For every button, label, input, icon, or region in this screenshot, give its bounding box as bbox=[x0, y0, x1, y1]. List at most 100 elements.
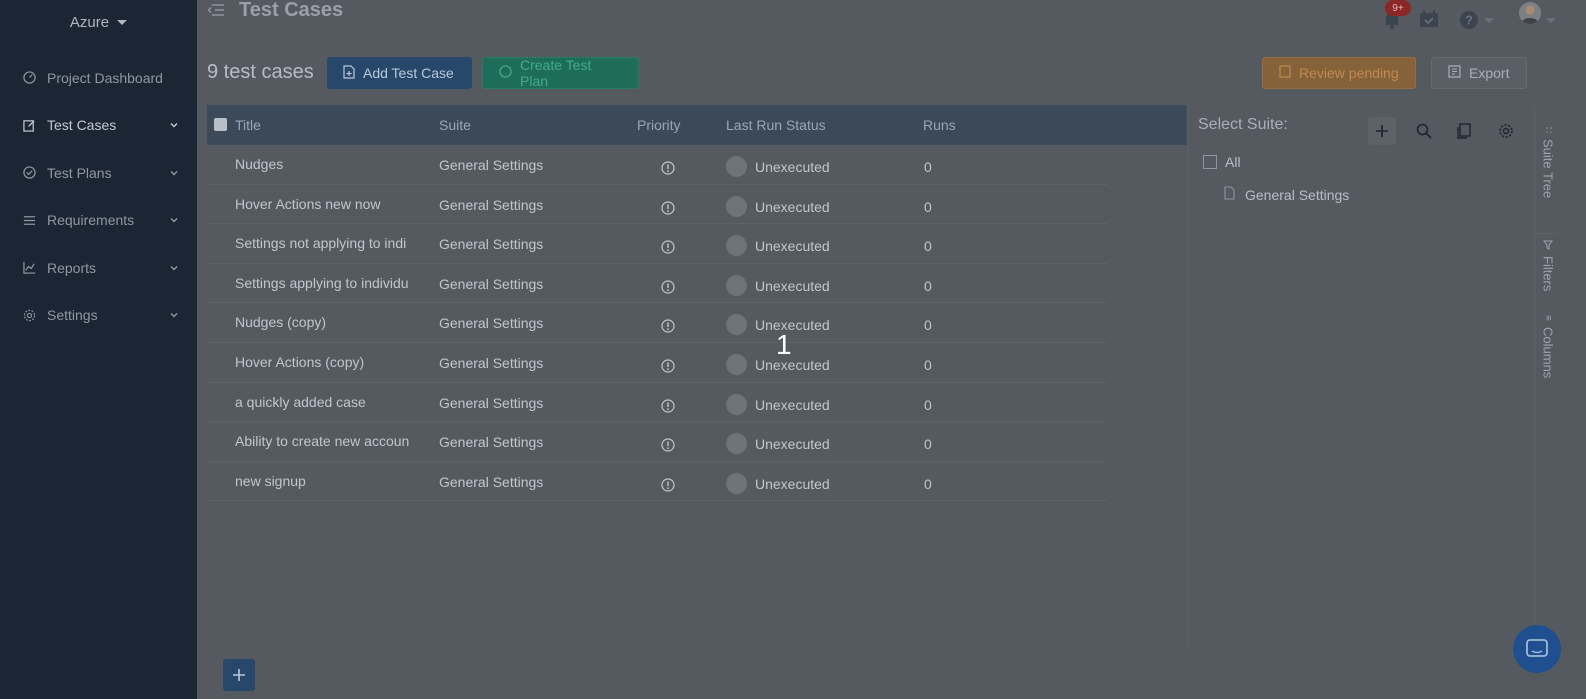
last-run-status: Unexecuted bbox=[755, 198, 830, 215]
column-header-runs[interactable]: Runs bbox=[923, 117, 956, 133]
table-row[interactable]: Nudges General Settings Unexecuted 0 bbox=[207, 145, 1107, 185]
tab-suite-tree[interactable]: ∷ Suite Tree bbox=[1535, 127, 1557, 199]
avatar[interactable] bbox=[1519, 2, 1541, 24]
list-icon bbox=[22, 213, 36, 227]
table-row[interactable]: new signup General Settings Unexecuted 0 bbox=[207, 462, 1107, 502]
sidebar-item-label: Requirements bbox=[47, 212, 135, 229]
test-case-suite: General Settings bbox=[439, 434, 544, 451]
chat-icon bbox=[1526, 639, 1548, 657]
collapse-menu-icon[interactable] bbox=[207, 3, 225, 17]
priority-info-icon bbox=[661, 359, 675, 373]
table-row[interactable]: Ability to create new accoun General Sett… bbox=[207, 422, 1107, 462]
sidebar-nav: Project Dashboard Test Cases Test Plans … bbox=[0, 54, 197, 339]
column-header-title[interactable]: Title bbox=[235, 117, 420, 133]
test-case-title[interactable]: Settings applying to individu bbox=[235, 275, 417, 291]
table-row[interactable]: Hover Actions new now General Settings Une… bbox=[207, 185, 1107, 225]
tab-columns[interactable]: ≡ Columns bbox=[1535, 315, 1557, 378]
table-body: Nudges General Settings Unexecuted 0 Hover A… bbox=[207, 145, 1187, 502]
gear-icon bbox=[22, 308, 36, 322]
test-case-suite: General Settings bbox=[439, 315, 544, 332]
add-suite-button[interactable] bbox=[1368, 117, 1396, 145]
review-pending-button[interactable]: Review pending bbox=[1262, 57, 1416, 89]
add-test-case-button[interactable]: Add Test Case bbox=[327, 57, 472, 89]
table-row[interactable]: Settings applying to individu General Set… bbox=[207, 264, 1107, 304]
test-case-suite: General Settings bbox=[439, 354, 544, 371]
test-case-suite: General Settings bbox=[439, 394, 544, 411]
test-case-title[interactable]: Nudges bbox=[235, 156, 417, 172]
test-case-title[interactable]: Ability to create new accoun bbox=[235, 433, 417, 449]
add-test-case-label: Add Test Case bbox=[363, 65, 454, 81]
column-header-priority[interactable]: Priority bbox=[637, 117, 681, 133]
table-row[interactable]: a quickly added case General Settings Unex… bbox=[207, 383, 1107, 423]
sidebar-item-label: Reports bbox=[47, 259, 97, 276]
export-button[interactable]: Export bbox=[1431, 57, 1527, 89]
suite-settings-button[interactable] bbox=[1492, 117, 1520, 145]
quick-add-button[interactable] bbox=[223, 659, 255, 691]
check-circle-icon bbox=[499, 65, 512, 81]
copy-suite-button[interactable] bbox=[1450, 117, 1478, 145]
export-label: Export bbox=[1469, 65, 1510, 81]
help-caret-icon[interactable] bbox=[1484, 18, 1494, 23]
filter-icon bbox=[1541, 240, 1556, 250]
table-row[interactable]: Settings not applying to indi General Set… bbox=[207, 224, 1107, 264]
test-case-title[interactable]: Nudges (copy) bbox=[235, 314, 417, 330]
test-case-title[interactable]: new signup bbox=[235, 473, 417, 489]
test-case-suite: General Settings bbox=[439, 275, 544, 292]
review-icon bbox=[1279, 65, 1291, 81]
select-all-checkbox[interactable] bbox=[214, 118, 227, 131]
help-icon[interactable]: ? bbox=[1459, 10, 1479, 30]
chat-button[interactable] bbox=[1513, 625, 1561, 673]
tree-node-general-settings[interactable]: General Settings bbox=[1224, 186, 1349, 203]
runs-count: 0 bbox=[924, 436, 932, 453]
calendar-check-icon[interactable] bbox=[1419, 10, 1439, 28]
status-avatar-icon bbox=[726, 314, 747, 336]
collapse-icon[interactable] bbox=[1203, 155, 1217, 169]
test-case-count: 9 test cases bbox=[207, 61, 314, 83]
priority-info-icon bbox=[661, 200, 675, 215]
column-header-suite[interactable]: Suite bbox=[439, 117, 471, 133]
gear-icon bbox=[1499, 124, 1513, 138]
sidebar-item-reports[interactable]: Reports bbox=[0, 244, 197, 292]
runs-count: 0 bbox=[924, 277, 932, 294]
review-pending-label: Review pending bbox=[1299, 65, 1399, 81]
column-header-last-run-status[interactable]: Last Run Status bbox=[726, 117, 826, 133]
tab-label: Suite Tree bbox=[1540, 139, 1556, 199]
edit-icon bbox=[22, 118, 36, 132]
sidebar-item-requirements[interactable]: Requirements bbox=[0, 197, 197, 245]
test-case-title[interactable]: a quickly added case bbox=[235, 394, 417, 410]
test-case-title[interactable]: Hover Actions new now bbox=[235, 196, 417, 212]
test-case-title[interactable]: Settings not applying to indi bbox=[235, 235, 417, 251]
table-header: Title Suite Priority Last Run Status Run… bbox=[207, 105, 1187, 145]
search-suite-button[interactable] bbox=[1410, 117, 1438, 145]
status-avatar-icon bbox=[726, 433, 747, 455]
avatar-caret-icon[interactable] bbox=[1546, 18, 1556, 23]
top-bar: Test Cases 9+ ? bbox=[197, 0, 1586, 30]
project-switcher[interactable]: Azure bbox=[0, 0, 197, 45]
last-run-status: Unexecuted bbox=[755, 436, 830, 453]
last-run-status: Unexecuted bbox=[755, 396, 830, 413]
search-icon bbox=[1416, 123, 1432, 139]
test-case-title[interactable]: Hover Actions (copy) bbox=[235, 354, 417, 370]
tab-filters[interactable]: Filters bbox=[1535, 233, 1557, 291]
check-circle-icon bbox=[22, 166, 36, 180]
table-row[interactable]: Hover Actions (copy) General Settings Unex… bbox=[207, 343, 1107, 383]
priority-info-icon bbox=[661, 438, 675, 452]
tab-label: Columns bbox=[1540, 326, 1556, 379]
last-run-status: Unexecuted bbox=[755, 159, 830, 175]
sidebar-item-test-plans[interactable]: Test Plans bbox=[0, 149, 197, 197]
sidebar-item-project-dashboard[interactable]: Project Dashboard bbox=[0, 54, 197, 102]
sidebar-item-settings[interactable]: Settings bbox=[0, 292, 197, 340]
create-test-plan-button[interactable]: Create Test Plan bbox=[482, 57, 639, 89]
sidebar-item-test-cases[interactable]: Test Cases bbox=[0, 102, 197, 150]
table-row[interactable]: Nudges (copy) General Settings Unexecuted 0 bbox=[207, 303, 1107, 343]
file-icon bbox=[1224, 186, 1235, 203]
sidebar-item-label: Project Dashboard bbox=[47, 69, 163, 86]
notifications-button[interactable]: 9+ bbox=[1381, 0, 1411, 30]
sidebar-item-label: Test Plans bbox=[47, 164, 112, 181]
last-run-status: Unexecuted bbox=[755, 475, 830, 492]
sidebar: Azure Project Dashboard Test Cases Test … bbox=[0, 0, 197, 699]
priority-info-icon bbox=[661, 161, 675, 175]
tree-node-all[interactable]: All bbox=[1203, 154, 1241, 170]
sidebar-item-label: Test Cases bbox=[47, 117, 117, 134]
chart-icon bbox=[22, 261, 36, 275]
